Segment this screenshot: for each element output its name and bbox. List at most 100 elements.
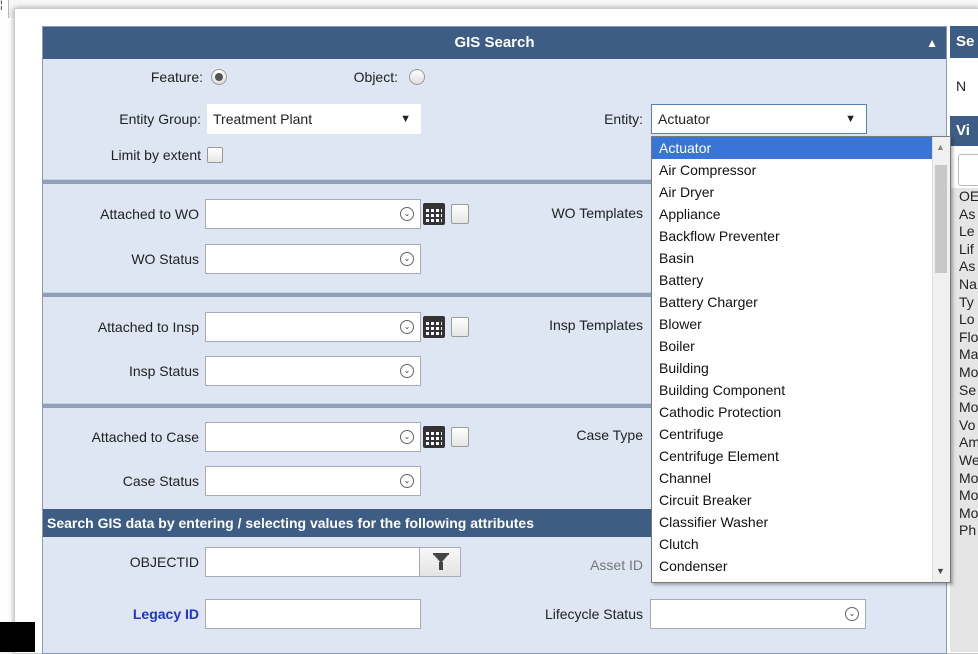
list-item[interactable]: Ph [950, 522, 978, 540]
dropdown-option[interactable]: Blower [652, 313, 950, 335]
entity-group-label: Entity Group: [119, 111, 201, 127]
entity-group-select[interactable]: Treatment Plant ▼ [207, 104, 421, 134]
list-item[interactable]: Mo [950, 505, 978, 523]
dropdown-option[interactable]: Backflow Preventer [652, 225, 950, 247]
right-panel: Se N Vi OE As Le Lif As Na Ty Lo Flo Ma … [950, 26, 978, 652]
list-item[interactable]: We [950, 452, 978, 470]
legacy-id-label: Legacy ID [132, 606, 199, 622]
collapse-triangle-icon[interactable]: ▲ [926, 27, 938, 59]
attached-insp-checkbox[interactable] [451, 317, 469, 337]
dropdown-option[interactable]: Building Component [652, 379, 950, 401]
dropdown-option[interactable]: Basin [652, 247, 950, 269]
list-item[interactable]: Mo [950, 364, 978, 382]
dropdown-option[interactable]: Clutch [652, 533, 950, 555]
chevron-down-icon[interactable]: ⌄ [845, 607, 859, 621]
chevron-down-icon[interactable]: ⌄ [400, 252, 414, 266]
list-item[interactable]: Lif [950, 241, 978, 259]
list-item[interactable]: Mo [950, 487, 978, 505]
object-radio[interactable] [409, 69, 425, 85]
wo-status-label: WO Status [131, 251, 199, 267]
dropdown-option[interactable]: Appliance [652, 203, 950, 225]
attached-wo-label: Attached to WO [100, 206, 199, 222]
calendar-icon[interactable] [423, 426, 445, 448]
dropdown-option[interactable]: Boiler [652, 335, 950, 357]
entity-label: Entity: [604, 111, 643, 127]
chevron-down-icon[interactable]: ⌄ [400, 320, 414, 334]
scroll-up-icon[interactable]: ▲ [936, 142, 945, 152]
filter-button[interactable] [419, 548, 460, 576]
dropdown-option[interactable]: Air Dryer [652, 181, 950, 203]
legacy-id-field[interactable] [205, 599, 421, 629]
calendar-icon[interactable] [423, 316, 445, 338]
dropdown-option[interactable]: Battery Charger [652, 291, 950, 313]
chevron-down-icon[interactable]: ⌄ [400, 207, 414, 221]
dropdown-option[interactable]: Centrifuge Element [652, 445, 950, 467]
dropdown-option[interactable]: Battery [652, 269, 950, 291]
asset-id-label: Asset ID [590, 557, 643, 573]
insp-status-label: Insp Status [128, 363, 199, 379]
attached-wo-checkbox[interactable] [451, 204, 469, 224]
gis-search-header[interactable]: GIS Search ▲ [43, 27, 946, 59]
attached-wo-field[interactable]: ⌄ [205, 199, 421, 229]
dropdown-option[interactable]: Centrifuge [652, 423, 950, 445]
list-item[interactable]: Ty [950, 294, 978, 312]
dropdown-scrollbar[interactable]: ▲ ▼ [932, 137, 950, 582]
case-status-field[interactable]: ⌄ [205, 466, 421, 496]
insp-status-field[interactable]: ⌄ [205, 356, 421, 386]
lifecycle-status-field[interactable]: ⌄ [650, 599, 866, 629]
chevron-down-icon[interactable]: ⌄ [400, 364, 414, 378]
dropdown-arrow-icon: ▼ [845, 113, 856, 125]
list-item[interactable]: Se [950, 382, 978, 400]
dropdown-option[interactable]: Air Compressor [652, 159, 950, 181]
insp-templates-label: Insp Templates [549, 317, 643, 333]
corner-glyph: ¦ [0, 0, 3, 11]
entity-dropdown-list[interactable]: Actuator Air Compressor Air Dryer Applia… [651, 136, 951, 583]
right-panel-header2: Vi [950, 116, 978, 146]
entity-value: Actuator [658, 111, 711, 127]
entity-select[interactable]: Actuator ▼ [651, 104, 867, 134]
list-item[interactable]: As [950, 258, 978, 276]
feature-radio[interactable] [211, 69, 227, 85]
dropdown-option[interactable]: Building [652, 357, 950, 379]
attached-case-label: Attached to Case [91, 429, 199, 445]
list-item[interactable]: As [950, 206, 978, 224]
list-item[interactable]: Lo [950, 311, 978, 329]
limit-extent-label: Limit by extent [110, 147, 201, 163]
feature-label: Feature: [150, 69, 203, 85]
list-item[interactable]: Mo [950, 399, 978, 417]
list-item[interactable]: Mo [950, 470, 978, 488]
scroll-down-icon[interactable]: ▼ [936, 566, 945, 576]
dropdown-option[interactable]: Condenser [652, 555, 950, 577]
dropdown-option[interactable]: Actuator [652, 137, 950, 159]
chevron-down-icon[interactable]: ⌄ [400, 474, 414, 488]
dropdown-option[interactable]: Channel [652, 467, 950, 489]
list-item[interactable]: Flo [950, 329, 978, 347]
dropdown-arrow-icon: ▼ [400, 113, 411, 125]
attached-case-checkbox[interactable] [451, 427, 469, 447]
limit-extent-checkbox[interactable] [207, 147, 223, 163]
list-item[interactable]: Ma [950, 346, 978, 364]
list-item[interactable]: Am [950, 434, 978, 452]
list-item[interactable]: Na [950, 276, 978, 294]
dropdown-option[interactable]: Classifier Washer [652, 511, 950, 533]
list-item[interactable]: OE [950, 188, 978, 206]
entity-group-value: Treatment Plant [213, 111, 313, 127]
right-panel-input[interactable] [958, 154, 978, 186]
window-top-strip [0, 0, 978, 8]
objectid-field[interactable] [205, 547, 461, 577]
window-corner: ¦ [0, 0, 9, 19]
list-item[interactable]: Vo [950, 417, 978, 435]
dropdown-option[interactable]: Circuit Breaker [652, 489, 950, 511]
scrollbar-thumb[interactable] [935, 165, 947, 273]
chevron-down-icon[interactable]: ⌄ [400, 430, 414, 444]
object-label: Object: [353, 69, 398, 85]
attached-insp-field[interactable]: ⌄ [205, 312, 421, 342]
list-item[interactable]: Le [950, 223, 978, 241]
wo-status-field[interactable]: ⌄ [205, 244, 421, 274]
case-type-label: Case Type [576, 427, 643, 443]
attached-case-field[interactable]: ⌄ [205, 422, 421, 452]
attached-insp-label: Attached to Insp [97, 319, 199, 335]
calendar-icon[interactable] [423, 203, 445, 225]
lifecycle-status-label: Lifecycle Status [544, 606, 643, 622]
dropdown-option[interactable]: Cathodic Protection [652, 401, 950, 423]
